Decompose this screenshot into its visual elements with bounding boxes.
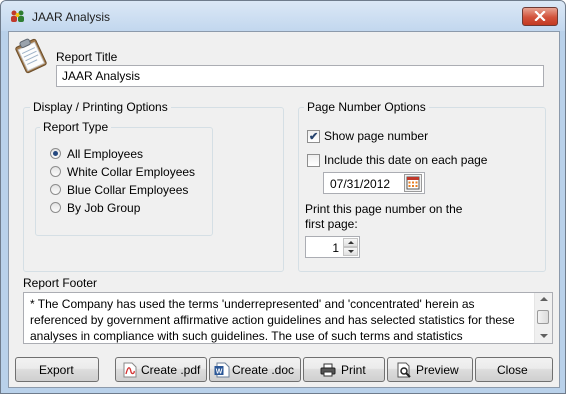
checkbox[interactable]: ✔ [307,130,320,143]
page-number-stepper[interactable]: 1 [305,236,360,258]
pdf-icon [123,362,137,378]
button-label: Export [39,363,74,377]
increment-arrow-icon[interactable] [343,238,358,247]
title-bar[interactable]: JAAR Analysis [1,1,565,31]
print-button[interactable]: Print [303,357,385,382]
export-button[interactable]: Export [15,357,99,382]
checkbox[interactable] [307,154,320,167]
button-label: Print [341,363,366,377]
people-app-icon [11,10,24,22]
app-window: JAAR Analysis Report Title Display / Pri… [0,0,566,394]
create-doc-button[interactable]: W Create .doc [209,357,301,382]
window-close-button[interactable] [522,7,558,26]
close-icon [534,11,546,21]
checkbox-label: Include this date on each page [324,153,488,167]
dialog-body: Report Title Display / Printing Options … [8,31,560,388]
radio-label: Blue Collar Employees [67,183,189,197]
report-footer-label: Report Footer [23,276,98,290]
display-printing-options-legend: Display / Printing Options [30,100,171,114]
window-title: JAAR Analysis [32,10,111,24]
checkbox-label: Show page number [324,129,429,143]
word-doc-icon: W [214,362,230,378]
scroll-up-arrow-icon[interactable] [535,293,552,306]
create-pdf-button[interactable]: Create .pdf [115,357,207,382]
close-button[interactable]: Close [475,357,553,382]
date-value: 07/31/2012 [330,177,391,191]
page-number-options-legend: Page Number Options [304,100,429,114]
page-number-value: 1 [332,241,339,255]
printer-icon [320,363,336,377]
preview-button[interactable]: Preview [387,357,473,382]
report-type-legend: Report Type [40,120,112,134]
report-footer-text: * The Company has used the terms 'underr… [30,297,515,343]
decrement-arrow-icon[interactable] [343,247,358,256]
checkmark-icon: ✔ [309,131,319,143]
clipboard-icon [15,38,47,74]
radio-button[interactable] [50,148,61,159]
button-label: Create .doc [232,363,295,377]
button-label: Close [497,363,528,377]
report-footer-textarea[interactable]: * The Company has used the terms 'underr… [23,292,553,344]
scroll-down-arrow-icon[interactable] [535,330,552,343]
radio-label: White Collar Employees [67,165,196,179]
date-picker[interactable]: 07/31/2012 [323,172,425,194]
calendar-icon[interactable] [404,174,422,192]
radio-label: By Job Group [67,201,141,215]
radio-label: All Employees [67,147,144,161]
report-title-label: Report Title [56,50,118,64]
footer-scrollbar[interactable] [534,293,552,343]
radio-button[interactable] [50,166,61,177]
button-label: Create .pdf [141,363,201,377]
radio-button[interactable] [50,202,61,213]
preview-magnifier-icon [397,362,411,378]
scroll-thumb[interactable] [537,310,549,324]
print-page-number-label: Print this page number on the first page… [305,202,463,231]
button-label: Preview [416,363,459,377]
report-title-input[interactable] [56,65,544,87]
radio-button[interactable] [50,184,61,195]
svg-text:W: W [216,369,223,376]
